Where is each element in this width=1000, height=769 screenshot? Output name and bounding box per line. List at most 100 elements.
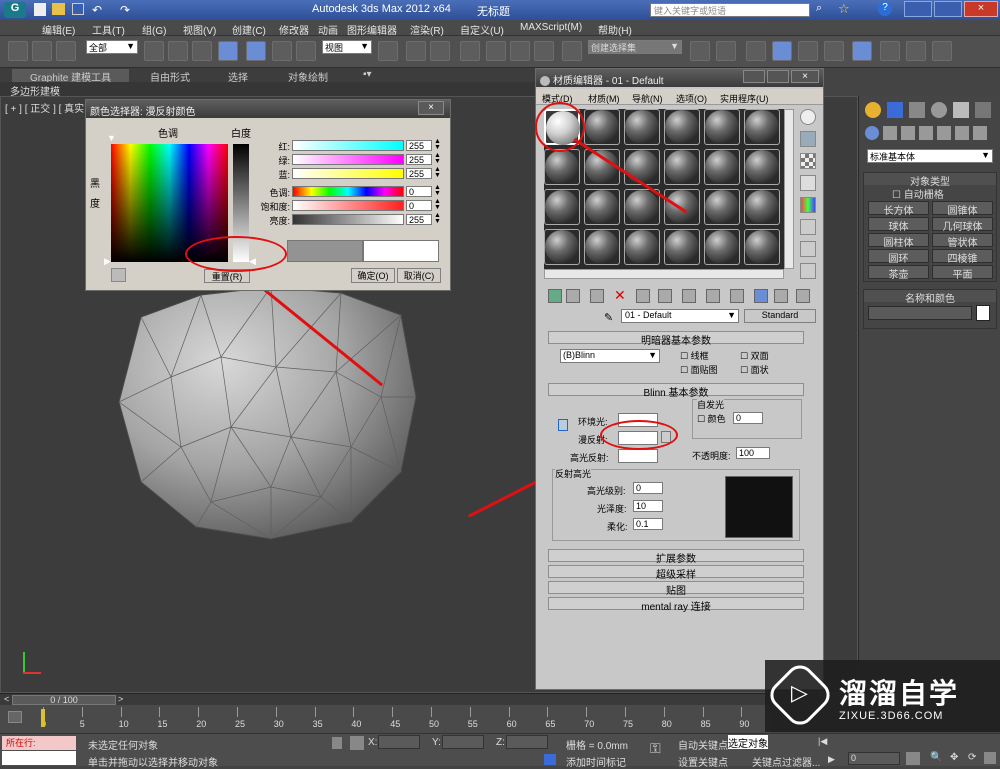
sample-slot[interactable] xyxy=(544,189,580,225)
maximize-viewport-icon[interactable] xyxy=(984,752,996,764)
wire-checkbox[interactable]: ☐ 线框 xyxy=(680,349,709,362)
save-file-icon[interactable] xyxy=(72,3,84,15)
channel-value-input[interactable]: 255 xyxy=(406,168,432,179)
undo-icon[interactable]: ↶ xyxy=(92,3,102,17)
spinner-icon[interactable]: ▲ ▼ xyxy=(434,138,441,151)
maximize-icon[interactable] xyxy=(767,70,789,83)
make-copy-icon[interactable] xyxy=(636,289,650,303)
pivot-center-icon[interactable] xyxy=(378,41,398,61)
sample-slot[interactable] xyxy=(544,229,580,265)
x-coord-input[interactable] xyxy=(378,735,420,749)
opacity-input[interactable]: 100 xyxy=(736,447,770,459)
window-crossing-icon[interactable] xyxy=(218,41,238,61)
put-to-library-icon[interactable] xyxy=(682,289,696,303)
sample-slot[interactable] xyxy=(584,109,620,145)
rect-select-icon[interactable] xyxy=(192,41,212,61)
hue-marker-icon[interactable]: ▼ xyxy=(107,133,116,143)
sample-slot[interactable] xyxy=(704,229,740,265)
select-object-icon[interactable] xyxy=(144,41,164,61)
set-key-label[interactable]: 设置关键点 xyxy=(678,754,728,769)
make-preview-icon[interactable] xyxy=(800,219,816,235)
assign-to-selection-icon[interactable] xyxy=(590,289,604,303)
display-tab-icon[interactable] xyxy=(953,102,969,118)
channel-value-input[interactable]: 0 xyxy=(406,186,432,197)
zoom-icon[interactable]: 🔍 xyxy=(930,752,942,763)
sample-slot[interactable] xyxy=(744,229,780,265)
sample-slots-scrollbar[interactable] xyxy=(784,109,794,269)
menu-view[interactable]: 视图(V) xyxy=(183,22,216,37)
lock-ambient-diffuse-icon[interactable] xyxy=(558,419,568,431)
unlink-icon[interactable] xyxy=(32,41,52,61)
sample-slot[interactable] xyxy=(544,149,580,185)
self-illum-color-checkbox[interactable]: ☐ 颜色 xyxy=(697,412,726,425)
select-by-name-icon[interactable] xyxy=(168,41,188,61)
menu-animation[interactable]: 动画 xyxy=(318,22,338,37)
render-production-icon[interactable] xyxy=(932,41,952,61)
get-material-icon[interactable] xyxy=(548,289,562,303)
backlight-icon[interactable] xyxy=(800,131,816,147)
color-picker-titlebar[interactable]: 颜色选择器: 漫反射颜色 × xyxy=(86,100,450,118)
autogrid-checkbox[interactable]: ☐ 自动栅格 xyxy=(892,186,944,201)
bind-space-warp-icon[interactable] xyxy=(56,41,76,61)
move-icon[interactable] xyxy=(246,41,266,61)
self-illum-value[interactable]: 0 xyxy=(733,412,763,424)
video-color-check-icon[interactable] xyxy=(800,197,816,213)
orbit-icon[interactable]: ⟳ xyxy=(968,752,976,763)
spinner-icon[interactable]: ▲ ▼ xyxy=(434,152,441,165)
shapes-icon[interactable] xyxy=(883,126,897,140)
primitive-button[interactable]: 圆环 xyxy=(868,249,929,265)
geosphere-mesh[interactable] xyxy=(111,287,421,542)
rollout-header[interactable]: 超级采样 xyxy=(548,565,804,581)
selection-lock-icon[interactable] xyxy=(332,737,342,749)
time-slider[interactable]: < 0 / 100 > xyxy=(0,693,770,705)
eyedropper-icon[interactable] xyxy=(111,268,126,282)
key-filters-label[interactable]: 关键点过滤器... xyxy=(752,754,820,769)
channel-slider[interactable] xyxy=(292,140,404,151)
y-coord-input[interactable] xyxy=(442,735,484,749)
background-icon[interactable] xyxy=(800,153,816,169)
redo-icon[interactable]: ↷ xyxy=(120,3,130,17)
sample-slot[interactable] xyxy=(744,109,780,145)
add-time-tag[interactable]: 添加时间标记 xyxy=(566,754,626,769)
primitive-button[interactable]: 圆锥体 xyxy=(932,201,993,217)
menu-rendering[interactable]: 渲染(R) xyxy=(410,22,444,37)
pan-icon[interactable]: ✥ xyxy=(950,752,958,763)
material-name-field[interactable]: 01 - Default ▼ xyxy=(621,309,739,323)
menu-group[interactable]: 组(G) xyxy=(142,22,166,37)
time-config-icon[interactable] xyxy=(906,752,920,765)
reference-coord-dropdown[interactable]: 视图 ▼ xyxy=(322,40,372,54)
graphite-toggle-icon[interactable] xyxy=(772,41,792,61)
rollout-header[interactable]: 扩展参数 xyxy=(548,549,804,565)
channel-slider[interactable] xyxy=(292,200,404,211)
spacewarps-icon[interactable] xyxy=(955,126,969,140)
sample-slot[interactable] xyxy=(704,189,740,225)
key-icon[interactable]: ⚿ xyxy=(650,740,661,757)
material-editor-icon[interactable] xyxy=(852,41,872,61)
go-to-start-icon[interactable]: |◀ xyxy=(818,736,827,747)
key-selection-dropdown[interactable]: 选定对象 xyxy=(728,735,768,749)
viewport-label[interactable]: [ + ] [ 正交 ] [ 真实 ] xyxy=(5,100,90,115)
lights-icon[interactable] xyxy=(901,126,915,140)
rendered-frame-icon[interactable] xyxy=(906,41,926,61)
angle-snap-icon[interactable] xyxy=(486,41,506,61)
channel-value-input[interactable]: 255 xyxy=(406,214,432,225)
cancel-button[interactable]: 取消(C) xyxy=(397,268,441,283)
channel-slider[interactable] xyxy=(292,186,404,197)
close-button[interactable]: × xyxy=(964,1,998,17)
put-to-scene-icon[interactable] xyxy=(566,289,580,303)
scale-icon[interactable] xyxy=(296,41,316,61)
channel-slider[interactable] xyxy=(292,214,404,225)
current-frame-input[interactable]: 0 xyxy=(848,752,900,765)
binoculars-icon[interactable]: ⌕ xyxy=(816,2,822,15)
menu-navigation[interactable]: 导航(N) xyxy=(632,92,663,105)
specular-swatch[interactable] xyxy=(618,449,658,463)
snap-toggle-icon[interactable] xyxy=(460,41,480,61)
maximize-button[interactable] xyxy=(934,1,962,17)
sample-slot[interactable] xyxy=(664,109,700,145)
modify-tab-icon[interactable] xyxy=(887,102,903,118)
material-id-channel-icon[interactable] xyxy=(706,289,720,303)
new-file-icon[interactable] xyxy=(34,3,46,16)
sample-slot[interactable] xyxy=(664,229,700,265)
soften-input[interactable]: 0.1 xyxy=(633,518,663,530)
name-color-header[interactable]: 名称和颜色 xyxy=(864,290,996,305)
